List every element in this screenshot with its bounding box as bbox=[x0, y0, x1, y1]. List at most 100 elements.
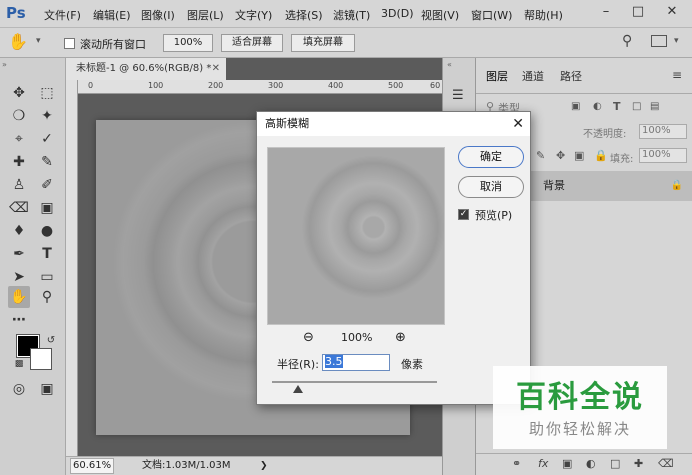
new-layer-icon[interactable]: ✚ bbox=[634, 457, 643, 470]
radius-input[interactable]: 3.5 bbox=[322, 354, 390, 371]
brush-tool-icon[interactable]: ✎ bbox=[36, 151, 58, 173]
search-icon[interactable]: ⚲ bbox=[622, 33, 632, 49]
close-tab-icon[interactable]: ✕ bbox=[212, 58, 220, 80]
preview-checkbox[interactable]: ✓ bbox=[458, 209, 469, 220]
menu-filter[interactable]: 滤镜(T) bbox=[333, 7, 370, 23]
crop-tool-icon[interactable]: ⌖ bbox=[8, 128, 30, 150]
ruler-label: 100 bbox=[148, 81, 164, 90]
radius-slider-track[interactable] bbox=[272, 381, 437, 383]
dialog-close-icon[interactable]: ✕ bbox=[512, 112, 524, 136]
zoom-in-icon[interactable]: ⊕ bbox=[395, 330, 406, 345]
filter-text-icon[interactable]: T bbox=[613, 100, 621, 113]
blur-tool-icon[interactable]: ♦ bbox=[8, 220, 30, 242]
fill-screen-button[interactable]: 填充屏幕 bbox=[291, 34, 355, 52]
menu-file[interactable]: 文件(F) bbox=[44, 7, 81, 23]
magic-wand-tool-icon[interactable]: ✦ bbox=[36, 105, 58, 127]
filter-image-icon[interactable]: ▣ bbox=[571, 101, 580, 112]
ok-button[interactable]: 确定 bbox=[458, 146, 524, 168]
panel-tab-bar bbox=[476, 58, 692, 94]
lock-artboard-icon[interactable]: ▣ bbox=[574, 149, 584, 162]
fill-input[interactable]: 100% bbox=[639, 148, 687, 163]
dodge-tool-icon[interactable]: ● bbox=[36, 220, 58, 242]
zoom-out-icon[interactable]: ⊖ bbox=[303, 330, 314, 345]
menu-window[interactable]: 窗口(W) bbox=[471, 7, 512, 23]
hand-tool-icon[interactable]: ✋ bbox=[8, 32, 28, 51]
radius-value: 3.5 bbox=[325, 355, 343, 368]
menu-help[interactable]: 帮助(H) bbox=[524, 7, 563, 23]
tab-layers[interactable]: 图层 bbox=[486, 68, 508, 84]
menu-layer[interactable]: 图层(L) bbox=[187, 7, 224, 23]
rectangle-tool-icon[interactable]: ▭ bbox=[36, 266, 58, 288]
lock-all-icon[interactable]: 🔒 bbox=[594, 149, 608, 162]
workspace-icon[interactable] bbox=[651, 35, 667, 47]
document-tab[interactable]: 未标题-1 @ 60.6%(RGB/8) * ✕ bbox=[66, 58, 226, 80]
preview-zoom-row: ⊖ 100% ⊕ bbox=[297, 330, 417, 348]
filter-adjust-icon[interactable]: ◐ bbox=[593, 101, 602, 112]
gradient-tool-icon[interactable]: ▣ bbox=[36, 197, 58, 219]
close-window-icon[interactable]: ✕ bbox=[658, 2, 686, 22]
link-layers-icon[interactable]: ⚭ bbox=[512, 457, 521, 470]
vertical-ruler bbox=[66, 80, 78, 460]
clone-stamp-tool-icon[interactable]: ♙ bbox=[8, 174, 30, 196]
healing-brush-tool-icon[interactable]: ✚ bbox=[8, 151, 30, 173]
menu-view[interactable]: 视图(V) bbox=[421, 7, 459, 23]
menu-type[interactable]: 文字(Y) bbox=[235, 7, 272, 23]
filter-smart-icon[interactable]: ▤ bbox=[650, 101, 659, 112]
swap-colors-icon[interactable]: ↺ bbox=[40, 330, 62, 352]
marquee-tool-icon[interactable]: ⬚ bbox=[36, 82, 58, 104]
menu-edit[interactable]: 编辑(E) bbox=[93, 7, 131, 23]
workspace-chevron-icon[interactable]: ▾ bbox=[674, 36, 679, 46]
lasso-tool-icon[interactable]: ❍ bbox=[8, 105, 30, 127]
radius-unit: 像素 bbox=[401, 358, 423, 371]
cancel-button[interactable]: 取消 bbox=[458, 176, 524, 198]
move-tool-icon[interactable]: ✥ bbox=[8, 82, 30, 104]
minimize-icon[interactable]: – bbox=[592, 2, 620, 22]
type-tool-icon[interactable]: T bbox=[36, 243, 58, 265]
zoom-level[interactable]: 60.61% bbox=[70, 458, 115, 474]
history-brush-tool-icon[interactable]: ✐ bbox=[36, 174, 58, 196]
expand-icon[interactable]: « bbox=[447, 60, 452, 69]
quick-mask-icon[interactable]: ◎ bbox=[8, 378, 30, 400]
eraser-tool-icon[interactable]: ⌫ bbox=[8, 197, 30, 219]
delete-layer-icon[interactable]: ⌫ bbox=[658, 457, 674, 470]
menu-3d[interactable]: 3D(D) bbox=[381, 7, 414, 20]
lock-pixels-icon[interactable]: ✎ bbox=[536, 149, 545, 162]
radius-slider-thumb[interactable] bbox=[293, 385, 304, 393]
scroll-all-checkbox[interactable] bbox=[64, 38, 75, 49]
zoom-100-button[interactable]: 100% bbox=[163, 34, 213, 52]
zoom-tool-icon[interactable]: ⚲ bbox=[36, 286, 58, 308]
lock-position-icon[interactable]: ✥ bbox=[556, 149, 565, 162]
tab-paths[interactable]: 路径 bbox=[560, 68, 582, 84]
layer-row-background[interactable]: 背景 🔒 bbox=[531, 171, 692, 201]
fx-icon[interactable]: fx bbox=[538, 457, 548, 470]
tab-channels[interactable]: 通道 bbox=[522, 68, 544, 84]
more-tools-icon[interactable]: ⋯ bbox=[8, 309, 30, 331]
menu-image[interactable]: 图像(I) bbox=[141, 7, 175, 23]
path-select-tool-icon[interactable]: ➤ bbox=[8, 266, 30, 288]
ruler-label: 400 bbox=[328, 81, 344, 90]
eyedropper-tool-icon[interactable]: ✓ bbox=[36, 128, 58, 150]
options-bar: ✋ ▾ 滚动所有窗口 100% 适合屏幕 填充屏幕 ⚲ ▾ bbox=[0, 28, 692, 58]
preview-zoom-level: 100% bbox=[341, 331, 373, 344]
collapse-icon[interactable]: » bbox=[2, 60, 7, 69]
status-arrow-icon[interactable]: ❯ bbox=[260, 457, 268, 475]
fit-screen-button[interactable]: 适合屏幕 bbox=[221, 34, 283, 52]
gaussian-blur-dialog: 高斯模糊 ✕ 确定 取消 ✓ 预览(P) ⊖ 100% ⊕ 半径(R): 3.5… bbox=[256, 111, 531, 405]
opacity-input[interactable]: 100% bbox=[639, 124, 687, 139]
maximize-icon[interactable]: □ bbox=[624, 2, 652, 22]
blur-preview[interactable] bbox=[267, 147, 445, 325]
horizontal-ruler: 0 100 200 300 400 500 60 bbox=[78, 80, 442, 94]
pen-tool-icon[interactable]: ✒ bbox=[8, 243, 30, 265]
adjustment-layer-icon[interactable]: ◐ bbox=[586, 457, 596, 470]
add-mask-icon[interactable]: ▣ bbox=[562, 457, 572, 470]
chevron-down-icon[interactable]: ▾ bbox=[36, 36, 41, 46]
hand-tool-active-icon[interactable]: ✋ bbox=[8, 286, 30, 308]
panel-menu-icon[interactable]: ≡ bbox=[672, 68, 682, 82]
default-colors-icon[interactable]: ▩ bbox=[8, 353, 30, 375]
menu-select[interactable]: 选择(S) bbox=[285, 7, 323, 23]
dialog-title-bar[interactable]: 高斯模糊 ✕ bbox=[257, 112, 530, 136]
filter-shape-icon[interactable]: □ bbox=[632, 101, 641, 112]
history-panel-icon[interactable]: ☰ bbox=[452, 88, 464, 103]
screen-mode-icon[interactable]: ▣ bbox=[36, 378, 58, 400]
new-group-icon[interactable]: □ bbox=[610, 457, 620, 470]
